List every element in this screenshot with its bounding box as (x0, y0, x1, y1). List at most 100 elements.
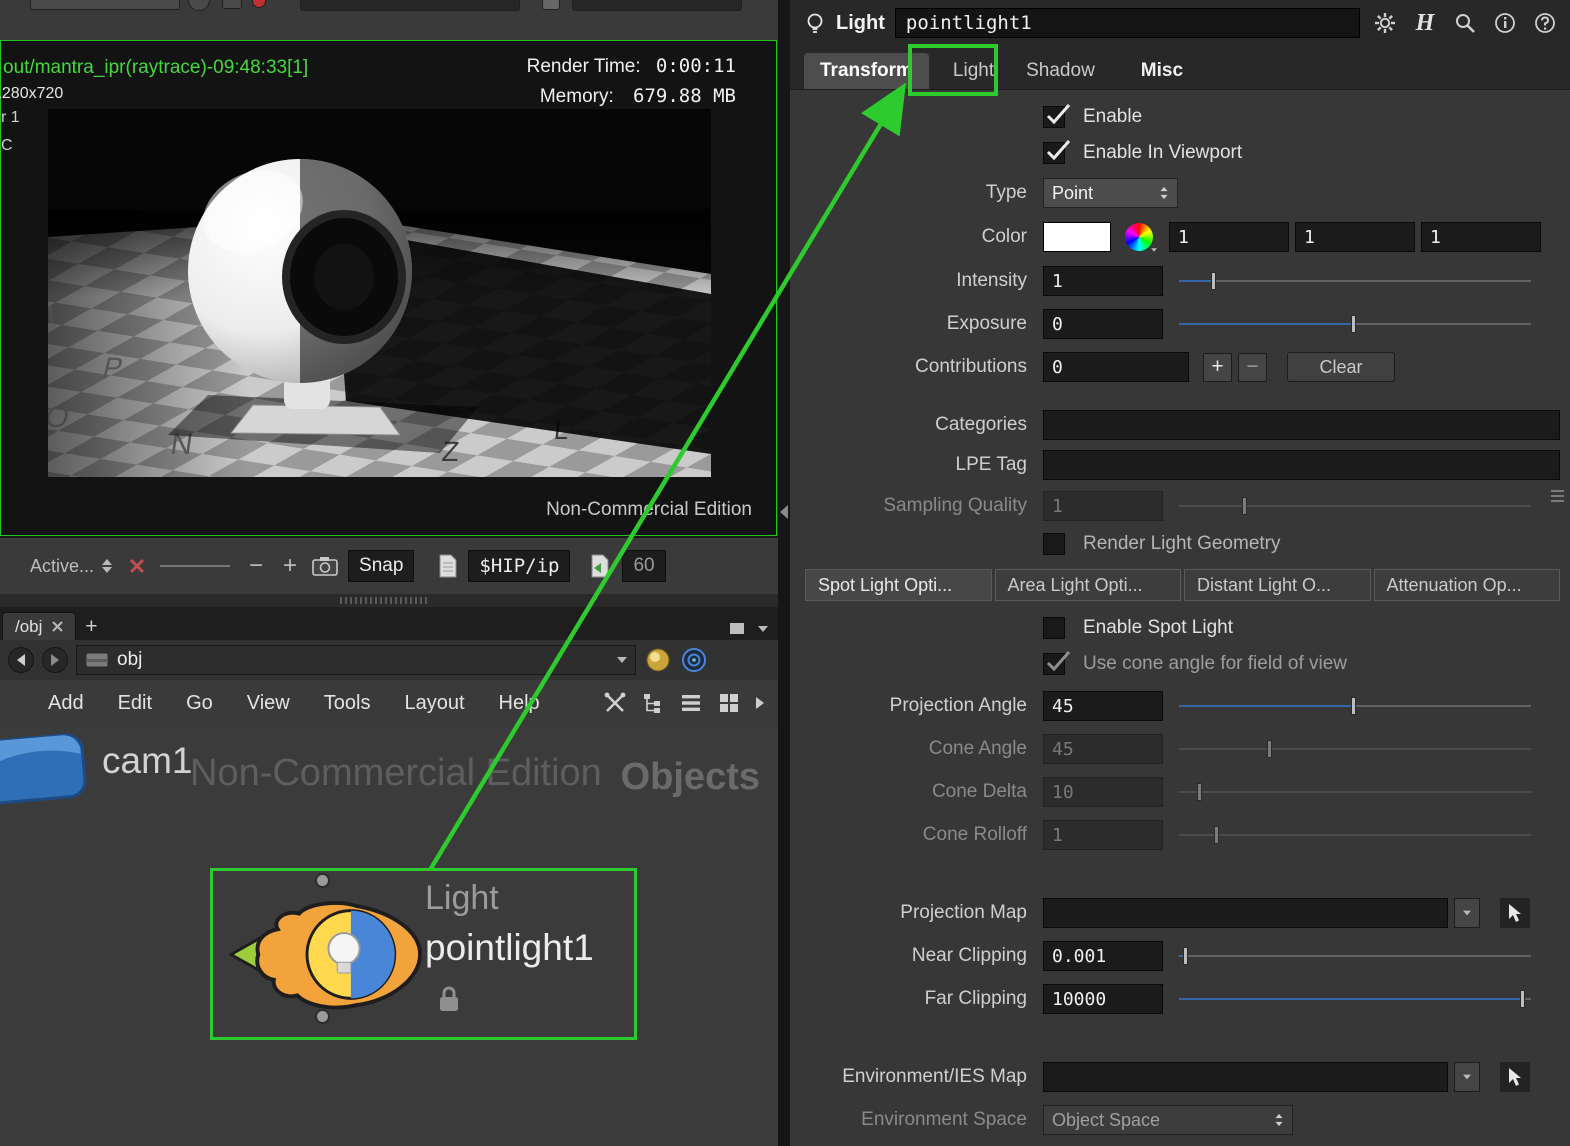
environment-map-chooser-icon[interactable] (1500, 1062, 1530, 1092)
node-name-field[interactable]: pointlight1 (895, 8, 1360, 38)
horizontal-scrollbar[interactable] (0, 594, 778, 607)
type-dropdown[interactable]: Point (1043, 178, 1178, 208)
fps-file-icon[interactable] (590, 554, 612, 578)
add-contribution-button[interactable]: + (1203, 353, 1232, 382)
far-clipping-slider[interactable] (1179, 984, 1531, 1014)
partial-button[interactable] (30, 0, 180, 10)
enable-checkbox[interactable] (1043, 106, 1065, 128)
gear-icon[interactable] (1370, 8, 1400, 38)
color-g-field[interactable]: 1 (1295, 222, 1415, 252)
network-path-field[interactable]: obj (76, 645, 636, 675)
categories-field[interactable] (1043, 410, 1560, 440)
panel-scrollbar-grip[interactable] (1551, 487, 1564, 502)
exposure-slider[interactable] (1179, 309, 1531, 339)
fps-field[interactable]: 60 (622, 550, 665, 582)
record-icon[interactable] (252, 0, 266, 8)
partial-icon[interactable] (188, 0, 210, 11)
snapshot-camera-icon[interactable] (312, 555, 338, 577)
light-node-name[interactable]: pointlight1 (425, 927, 594, 969)
tab-light[interactable]: Light (937, 53, 1010, 89)
partial-dropdown[interactable] (300, 0, 520, 11)
clear-contributions-button[interactable]: Clear (1287, 352, 1395, 382)
node-input-connector[interactable] (315, 873, 330, 888)
camera-node-name[interactable]: cam1 (102, 740, 192, 782)
subtab-attenuation[interactable]: Attenuation Op... (1374, 569, 1561, 601)
intensity-field[interactable]: 1 (1043, 266, 1163, 296)
projection-angle-slider[interactable] (1179, 691, 1531, 721)
render-viewport[interactable]: out/mantra_ipr(raytrace)-09:48:33[1] 128… (0, 40, 777, 536)
partial-icon[interactable] (542, 0, 560, 10)
color-swatch[interactable] (1043, 222, 1111, 252)
network-canvas[interactable]: cam1 Non-Commercial Edition Objects (0, 726, 778, 1146)
zoom-in-button[interactable]: + (278, 552, 302, 580)
grid-view-icon[interactable] (718, 692, 740, 714)
back-button[interactable] (8, 647, 34, 673)
more-tools-icon[interactable] (756, 697, 764, 709)
partial-icon[interactable] (222, 0, 242, 9)
output-path-field[interactable]: $HIP/ip (468, 550, 570, 582)
slider-handle[interactable] (1183, 947, 1188, 965)
tab-shadow[interactable]: Shadow (1010, 53, 1111, 89)
snapshot-globe-icon[interactable] (644, 646, 672, 674)
slider-handle[interactable] (1520, 990, 1525, 1008)
close-tab-icon[interactable] (52, 621, 63, 632)
subtab-spot-light[interactable]: Spot Light Opti... (805, 569, 992, 601)
spinner-icon[interactable] (102, 559, 112, 573)
houdini-help-icon[interactable]: H (1410, 8, 1440, 38)
info-icon[interactable] (1490, 8, 1520, 38)
search-icon[interactable] (1450, 8, 1480, 38)
menu-layout[interactable]: Layout (404, 692, 464, 715)
color-r-field[interactable]: 1 (1169, 222, 1289, 252)
near-clipping-slider[interactable] (1179, 941, 1531, 971)
menu-edit[interactable]: Edit (118, 692, 152, 715)
environment-map-dropdown-icon[interactable] (1454, 1062, 1480, 1092)
intensity-slider[interactable] (1179, 266, 1531, 296)
use-cone-angle-checkbox[interactable] (1043, 653, 1065, 675)
pane-menu-icon[interactable] (758, 626, 768, 632)
color-wheel-icon[interactable] (1125, 223, 1153, 251)
projection-map-dropdown-icon[interactable] (1454, 898, 1480, 928)
tab-transform[interactable]: Transform (804, 53, 929, 89)
near-clipping-field[interactable]: 0.001 (1043, 941, 1163, 971)
lpe-tag-field[interactable] (1043, 450, 1560, 480)
tools-icon[interactable] (604, 692, 626, 714)
forward-button[interactable] (42, 647, 68, 673)
menu-view[interactable]: View (247, 692, 290, 715)
target-icon[interactable] (680, 646, 708, 674)
environment-space-dropdown[interactable]: Object Space (1043, 1105, 1293, 1135)
render-light-geometry-checkbox[interactable] (1043, 533, 1065, 555)
projection-map-field[interactable] (1043, 898, 1448, 928)
far-clipping-field[interactable]: 10000 (1043, 984, 1163, 1014)
slider-handle[interactable] (1211, 272, 1216, 290)
path-dropdown-icon[interactable] (617, 657, 627, 663)
active-render-dropdown[interactable]: Active... (30, 556, 118, 577)
menu-add[interactable]: Add (48, 692, 84, 715)
slider-handle[interactable] (1351, 315, 1356, 333)
exposure-field[interactable]: 0 (1043, 309, 1163, 339)
enable-spot-light-checkbox[interactable] (1043, 617, 1065, 639)
zoom-out-button[interactable]: − (244, 552, 268, 580)
new-tab-button[interactable]: + (76, 614, 106, 640)
pane-divider[interactable] (778, 0, 790, 1146)
subtab-distant-light[interactable]: Distant Light O... (1184, 569, 1371, 601)
environment-map-field[interactable] (1043, 1062, 1448, 1092)
stop-render-icon[interactable] (128, 557, 146, 575)
light-bulb-node-icon[interactable] (229, 897, 424, 1017)
enable-viewport-checkbox[interactable] (1043, 142, 1065, 164)
scrollbar-handle[interactable] (340, 597, 430, 604)
partial-field[interactable] (572, 0, 742, 11)
help-icon[interactable] (1530, 8, 1560, 38)
network-tab-obj[interactable]: /obj (2, 612, 76, 640)
tree-view-icon[interactable] (642, 692, 664, 714)
menu-go[interactable]: Go (186, 692, 213, 715)
camera-node-shape[interactable] (0, 727, 95, 816)
divider-grip-icon[interactable] (780, 505, 788, 519)
menu-help[interactable]: Help (499, 692, 540, 715)
menu-tools[interactable]: Tools (324, 692, 371, 715)
output-file-icon[interactable] (438, 554, 458, 578)
list-view-icon[interactable] (680, 692, 702, 714)
slider-handle[interactable] (1351, 697, 1356, 715)
tab-misc[interactable]: Misc (1125, 53, 1199, 89)
snap-button[interactable]: Snap (348, 550, 414, 582)
pane-maximize-icon[interactable] (730, 623, 744, 634)
